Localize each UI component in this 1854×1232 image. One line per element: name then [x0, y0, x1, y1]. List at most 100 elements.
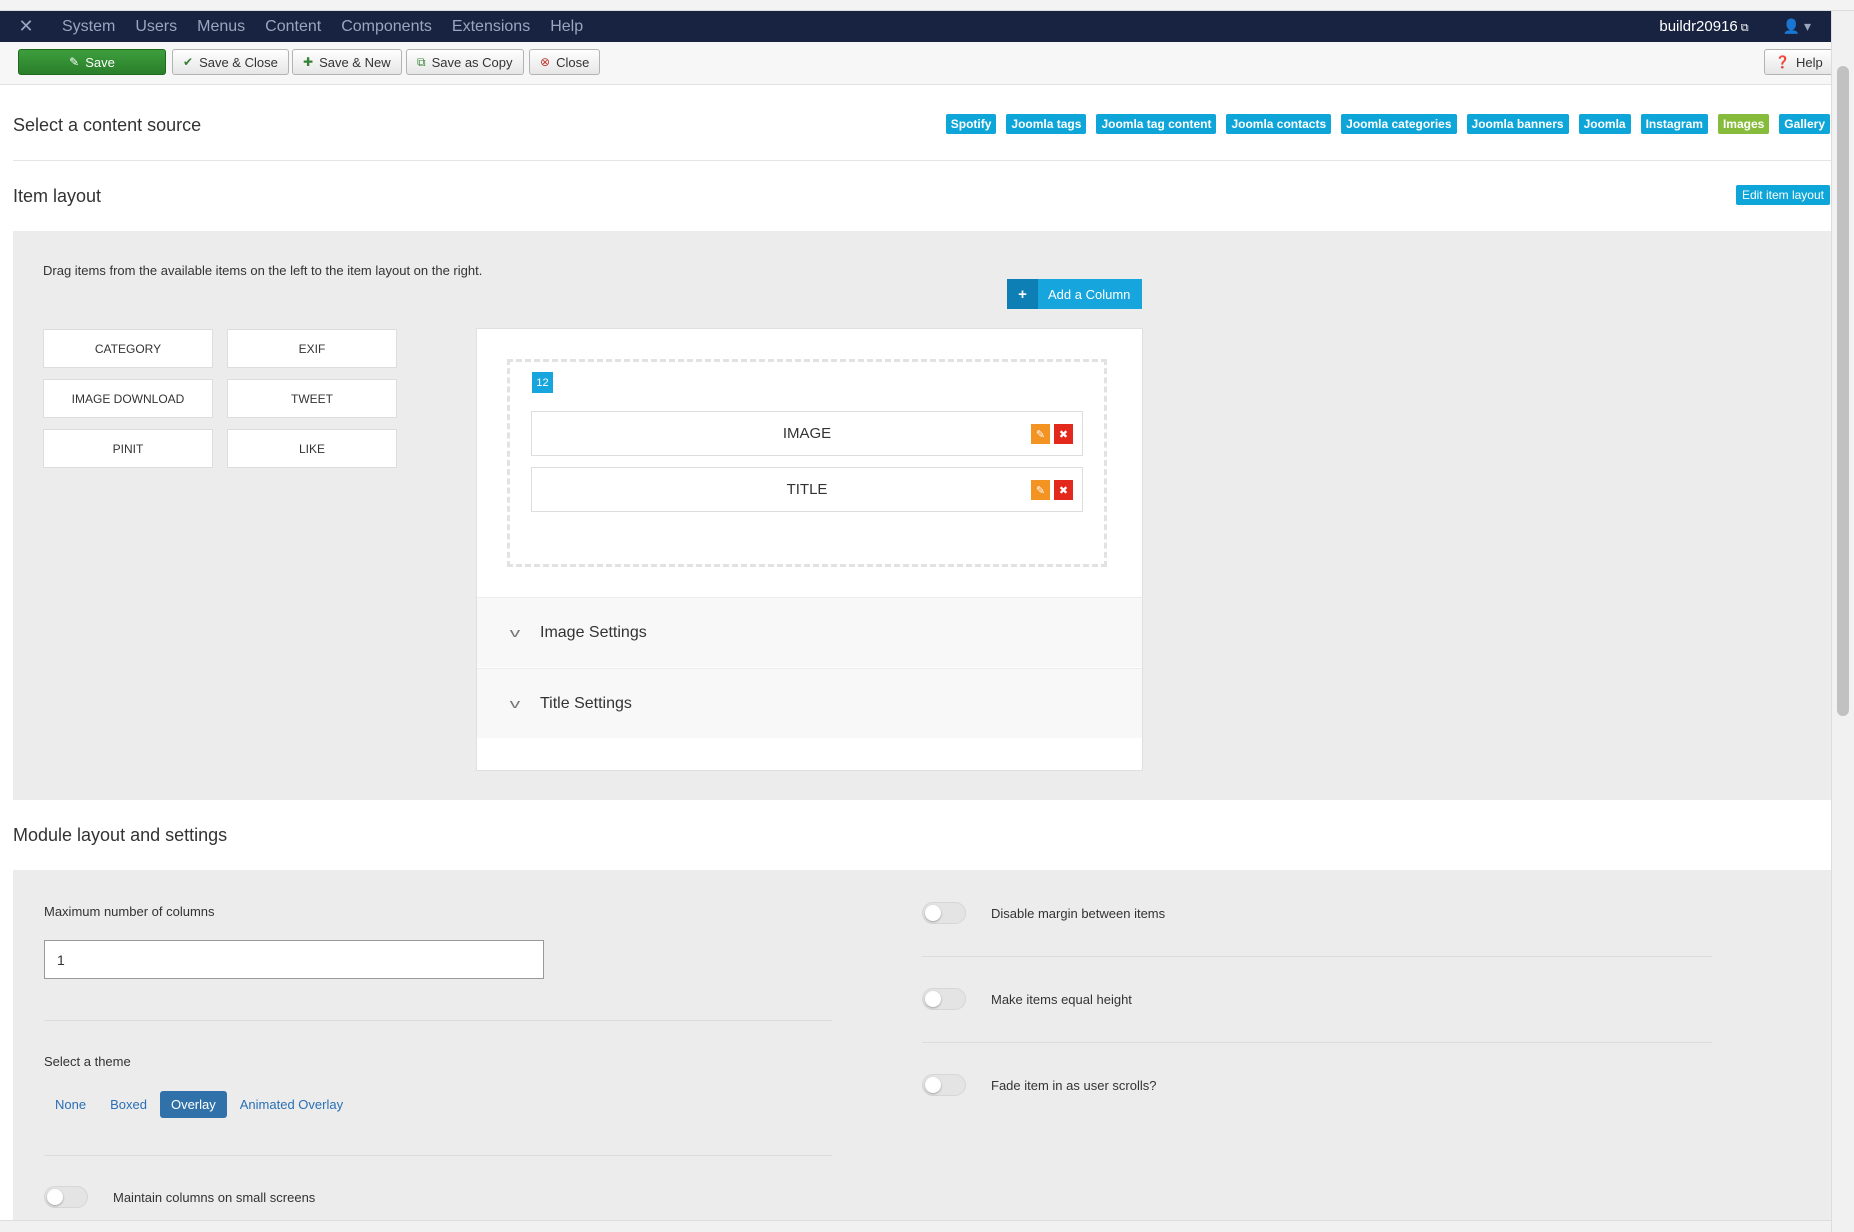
- theme-label: Select a theme: [44, 1054, 131, 1069]
- horizontal-scrollbar[interactable]: [0, 1220, 1831, 1232]
- save-copy-label: Save as Copy: [431, 54, 513, 70]
- save-new-label: Save & New: [319, 54, 391, 70]
- source-tag-images[interactable]: Images: [1717, 114, 1770, 134]
- max-columns-input[interactable]: 1: [44, 940, 544, 979]
- source-tag-joomla-tag-content[interactable]: Joomla tag content: [1096, 114, 1217, 134]
- add-column-button[interactable]: + Add a Column: [1007, 279, 1142, 309]
- pencil-icon[interactable]: ✎: [1031, 424, 1050, 444]
- save-button[interactable]: ✎ Save: [18, 49, 166, 75]
- item-layout-title: Item layout: [13, 186, 102, 206]
- image-settings-accordion[interactable]: v Image Settings: [477, 597, 1142, 667]
- image-settings-label: Image Settings: [540, 623, 647, 641]
- layout-item-label: IMAGE: [782, 425, 832, 442]
- site-link[interactable]: buildr20916 ⧉: [1639, 18, 1768, 35]
- available-item-tweet[interactable]: TWEET: [227, 379, 397, 418]
- menu-users[interactable]: Users: [125, 11, 187, 42]
- theme-overlay[interactable]: Overlay: [159, 1091, 227, 1118]
- browser-bookmarks-strip: [0, 0, 1854, 11]
- theme-selector: None Boxed Overlay Animated Overlay: [44, 1091, 354, 1118]
- title-settings-label: Title Settings: [540, 694, 632, 712]
- source-tag-joomla-contacts[interactable]: Joomla contacts: [1226, 114, 1332, 134]
- equal-height-toggle[interactable]: [922, 988, 966, 1010]
- menu-components[interactable]: Components: [331, 11, 442, 42]
- available-item-image-download[interactable]: IMAGE DOWNLOAD: [43, 379, 213, 418]
- chevron-down-icon: v: [509, 696, 521, 711]
- theme-animated-overlay[interactable]: Animated Overlay: [229, 1091, 354, 1118]
- item-layout-hint: Drag items from the available items on t…: [43, 263, 483, 278]
- source-tag-joomla-banners[interactable]: Joomla banners: [1466, 114, 1569, 134]
- maintain-columns-toggle[interactable]: [44, 1186, 88, 1208]
- plus-icon: ✚: [303, 55, 314, 69]
- layout-item-image[interactable]: IMAGE ✎ ✖: [531, 411, 1083, 456]
- scrollbar-thumb[interactable]: [1837, 66, 1849, 716]
- vertical-scrollbar[interactable]: [1831, 11, 1854, 1232]
- pencil-icon[interactable]: ✎: [1031, 480, 1050, 500]
- fade-in-label: Fade item in as user scrolls?: [991, 1078, 1157, 1093]
- layout-item-label: TITLE: [786, 481, 828, 498]
- user-menu-icon[interactable]: 👤 ▾: [1769, 18, 1831, 35]
- layout-item-title[interactable]: TITLE ✎ ✖: [531, 467, 1083, 512]
- theme-boxed[interactable]: Boxed: [99, 1091, 158, 1118]
- disable-margin-toggle[interactable]: [922, 902, 966, 924]
- section-divider: [13, 160, 1831, 161]
- disable-margin-label: Disable margin between items: [991, 906, 1166, 921]
- field-divider: [922, 1042, 1712, 1043]
- source-tag-joomla[interactable]: Joomla: [1578, 114, 1631, 134]
- module-layout-title: Module layout and settings: [13, 825, 228, 845]
- max-columns-label: Maximum number of columns: [44, 904, 215, 919]
- content-source-title: Select a content source: [13, 115, 202, 135]
- field-divider: [44, 1020, 832, 1021]
- save-copy-button[interactable]: ⧉ Save as Copy: [406, 49, 524, 75]
- save-close-button[interactable]: ✔ Save & Close: [172, 49, 289, 75]
- admin-navbar: ✕ System Users Menus Content Components …: [0, 11, 1831, 42]
- add-column-label: Add a Column: [1048, 286, 1131, 302]
- copy-icon: ⧉: [417, 54, 426, 69]
- menu-extensions[interactable]: Extensions: [442, 11, 540, 42]
- menu-menus[interactable]: Menus: [187, 11, 255, 42]
- module-settings-panel: [13, 870, 1831, 1222]
- toggle-knob: [925, 991, 941, 1007]
- available-item-exif[interactable]: EXIF: [227, 329, 397, 368]
- toggle-knob: [925, 1077, 941, 1093]
- layout-column-dropzone[interactable]: [507, 359, 1107, 567]
- chevron-down-icon: v: [509, 625, 521, 640]
- admin-menu: System Users Menus Content Components Ex…: [52, 11, 593, 42]
- check-icon: ✔: [183, 55, 194, 69]
- close-circle-icon: ⊗: [540, 55, 551, 69]
- available-item-pinit[interactable]: PINIT: [43, 429, 213, 468]
- joomla-logo-icon[interactable]: ✕: [0, 16, 52, 37]
- help-label: Help: [1795, 54, 1823, 70]
- delete-icon[interactable]: ✖: [1054, 480, 1073, 500]
- source-tag-gallery[interactable]: Gallery: [1779, 114, 1830, 134]
- toolbar: ✎ Save ✔ Save & Close ✚ Save & New ⧉ Save as…: [0, 42, 1834, 85]
- title-settings-accordion[interactable]: v Title Settings: [477, 668, 1142, 738]
- equal-height-label: Make items equal height: [991, 992, 1132, 1007]
- save-new-button[interactable]: ✚ Save & New: [292, 49, 402, 75]
- plus-icon: +: [1007, 279, 1038, 309]
- field-divider: [44, 1155, 832, 1156]
- save-close-label: Save & Close: [199, 54, 278, 70]
- theme-none[interactable]: None: [44, 1091, 97, 1118]
- question-icon: ❓: [1775, 55, 1790, 69]
- save-label: Save: [85, 54, 115, 70]
- menu-help[interactable]: Help: [540, 11, 593, 42]
- fade-in-toggle[interactable]: [922, 1074, 966, 1096]
- menu-system[interactable]: System: [52, 11, 125, 42]
- maintain-columns-label: Maintain columns on small screens: [113, 1190, 316, 1205]
- edit-icon: ✎: [69, 55, 80, 69]
- toggle-knob: [925, 905, 941, 921]
- available-item-category[interactable]: CATEGORY: [43, 329, 213, 368]
- source-tag-spotify[interactable]: Spotify: [945, 114, 997, 134]
- source-tag-joomla-categories[interactable]: Joomla categories: [1341, 114, 1457, 134]
- source-tag-instagram[interactable]: Instagram: [1640, 114, 1708, 134]
- source-tag-joomla-tags[interactable]: Joomla tags: [1006, 114, 1087, 134]
- menu-content[interactable]: Content: [255, 11, 331, 42]
- content-source-tags: Spotify Joomla tags Joomla tag content J…: [945, 114, 1830, 134]
- help-button[interactable]: ❓ Help: [1764, 49, 1834, 75]
- delete-icon[interactable]: ✖: [1054, 424, 1073, 444]
- column-width-badge[interactable]: 12: [532, 372, 553, 393]
- external-link-icon: ⧉: [1740, 22, 1749, 34]
- edit-item-layout-button[interactable]: Edit item layout: [1735, 185, 1830, 205]
- available-item-like[interactable]: LIKE: [227, 429, 397, 468]
- close-button[interactable]: ⊗ Close: [529, 49, 601, 75]
